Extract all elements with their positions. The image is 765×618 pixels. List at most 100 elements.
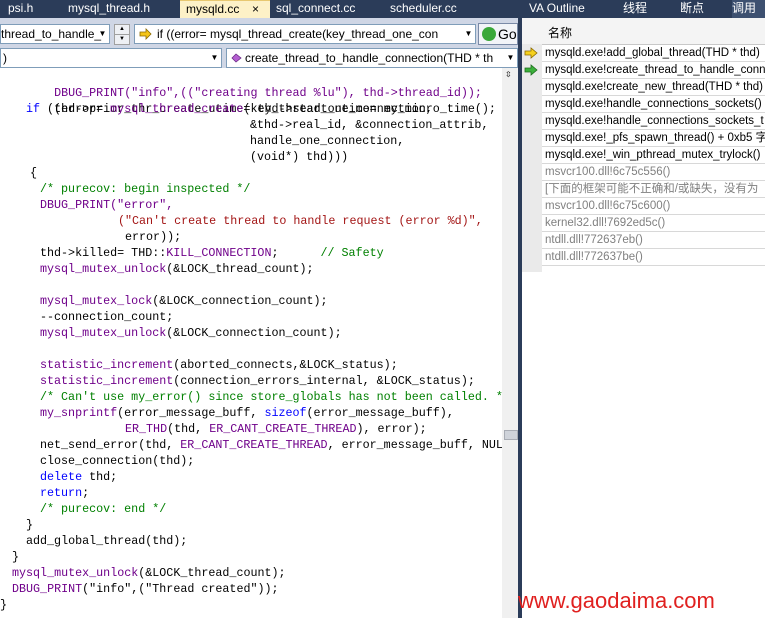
code-token: } xyxy=(0,598,8,612)
code-token: thd->killed= THD:: xyxy=(40,246,167,260)
code-token: (connection_errors_internal, &LOCK_statu… xyxy=(173,374,475,388)
code-token: ; xyxy=(82,486,90,500)
code-line: ("Can't create thread to handle request … xyxy=(118,213,483,229)
code-line: statistic_increment(connection_errors_in… xyxy=(40,373,475,389)
code-token: mysql_thread_create xyxy=(110,102,244,116)
call-stack-frame[interactable]: msvcr100.dll!6c75c600() xyxy=(542,198,765,215)
call-stack-frame[interactable]: mysqld.exe!add_global_thread(THD * thd) xyxy=(542,45,765,62)
code-token: add_global_thread(thd); xyxy=(26,534,188,548)
code-line: if ((error= mysql_thread_create(key_thre… xyxy=(26,101,433,117)
code-comment: // Safety xyxy=(320,246,384,260)
code-token: (thd, xyxy=(167,422,210,436)
scope-combo[interactable]: thread_to_handle_ ▼ xyxy=(0,24,110,44)
code-token: , error_message_buff, NUL xyxy=(327,438,502,452)
code-line: { xyxy=(30,165,37,181)
statement-combo-value: if ((error= mysql_thread_create(key_thre… xyxy=(157,27,439,41)
chevron-down-icon: ▼ xyxy=(464,29,473,38)
code-token: --connection_count; xyxy=(40,310,174,324)
call-stack-frame[interactable]: mysqld.exe!create_new_thread(THD * thd) xyxy=(542,79,765,96)
call-stack-frame[interactable]: ntdll.dll!772637eb() xyxy=(542,232,765,249)
code-token: { xyxy=(30,166,38,180)
class-combo[interactable]: ) ▼ xyxy=(0,48,222,68)
code-line: DBUG_PRINT("info",(("creating thread %lu… xyxy=(26,69,482,100)
code-token: (error_message_buff, xyxy=(117,406,265,420)
code-token: &thd->real_id, &connection_attrib, xyxy=(250,118,489,132)
tab-call-stack[interactable]: 调用 xyxy=(732,0,765,18)
code-token: DBUG_PRINT("error", xyxy=(40,198,174,212)
call-stack-frame[interactable]: ntdll.dll!772637be() xyxy=(542,249,765,266)
code-line: delete thd; xyxy=(40,469,117,485)
call-stack-frame[interactable]: mysqld.exe!create_thread_to_handle_conn xyxy=(542,62,765,79)
code-editor[interactable]: DBUG_PRINT("info",(("creating thread %lu… xyxy=(0,68,502,618)
tab-psi-h[interactable]: psi.h xyxy=(8,0,48,18)
code-token: ER_THD xyxy=(125,422,168,436)
call-stack-frame[interactable]: mysqld.exe!_pfs_spawn_thread() + 0xb5 字 xyxy=(542,130,765,147)
code-token: mysql_mutex_lock xyxy=(40,294,153,308)
code-token: statistic_increment xyxy=(40,358,174,372)
code-line: /* Can't use my_error() since store_glob… xyxy=(40,389,502,405)
call-stack-header: 名称 xyxy=(522,18,765,45)
column-header-name[interactable]: 名称 xyxy=(548,24,572,41)
code-line: /* purecov: end */ xyxy=(40,501,166,517)
code-line: DBUG_PRINT("error", xyxy=(40,197,173,213)
code-line: &thd->real_id, &connection_attrib, xyxy=(250,117,488,133)
tab-mysql-thread-h[interactable]: mysql_thread.h xyxy=(68,0,164,18)
method-icon xyxy=(231,53,242,63)
editor-navigation-row: ) ▼ create_thread_to_handle_connection(T… xyxy=(0,48,518,68)
scrollbar-thumb[interactable] xyxy=(504,430,518,440)
code-line: mysql_mutex_unlock(&LOCK_thread_count); xyxy=(40,261,314,277)
code-line: } xyxy=(0,597,7,613)
code-token: (key_thread_one_connection, xyxy=(243,102,433,116)
call-stack-gutter xyxy=(522,44,542,272)
call-stack-frame[interactable]: kernel32.dll!7692ed5c() xyxy=(542,215,765,232)
arrow-right-icon xyxy=(139,28,152,40)
call-stack-frame[interactable]: mysqld.exe!handle_connections_sockets_t xyxy=(542,113,765,130)
code-token: ((error= xyxy=(40,102,111,116)
tab-mysqld-cc[interactable]: mysqld.cc × xyxy=(180,0,270,18)
code-line: close_connection(thd); xyxy=(40,453,194,469)
go-button[interactable]: Go xyxy=(478,23,518,45)
code-string: ("Can't create thread to handle request … xyxy=(118,214,483,228)
call-stack-frame[interactable]: [下面的框架可能不正确和/或缺失，没有为 xyxy=(542,181,765,198)
code-comment: /* purecov: end */ xyxy=(40,502,167,516)
tab-scheduler-cc[interactable]: scheduler.cc xyxy=(390,0,480,18)
code-token: } xyxy=(26,518,34,532)
statement-combo[interactable]: if ((error= mysql_thread_create(key_thre… xyxy=(134,24,476,44)
code-token: my_snprintf xyxy=(40,406,118,420)
code-token: mysql_mutex_unlock xyxy=(12,566,139,580)
green-arrow-icon xyxy=(524,64,538,76)
call-stack-frame[interactable]: msvcr100.dll!6c75c556() xyxy=(542,164,765,181)
call-stack-frame[interactable]: mysqld.exe!handle_connections_sockets() xyxy=(542,96,765,113)
code-line: statistic_increment(aborted_connects,&LO… xyxy=(40,357,398,373)
tab-va-outline[interactable]: VA Outline xyxy=(529,0,599,18)
code-token: sizeof xyxy=(264,406,307,420)
spin-down-button[interactable]: ▼ xyxy=(114,34,130,45)
code-line: return; xyxy=(40,485,89,501)
tab-breakpoints[interactable]: 断点 xyxy=(680,0,710,18)
code-token: DBUG_PRINT xyxy=(12,582,83,596)
scope-combo-value: thread_to_handle_ xyxy=(1,27,102,41)
code-token: if xyxy=(26,102,41,116)
code-line: ER_THD(thd, ER_CANT_CREATE_THREAD), erro… xyxy=(125,421,427,437)
code-token: (&LOCK_connection_count); xyxy=(166,326,342,340)
code-line: --connection_count; xyxy=(40,309,173,325)
call-stack-frame[interactable]: mysqld.exe!_win_pthread_mutex_trylock() xyxy=(542,147,765,164)
split-icon[interactable]: ⇳ xyxy=(505,70,512,79)
chevron-down-icon: ▼ xyxy=(506,53,515,62)
code-line: /* purecov: begin inspected */ xyxy=(40,181,250,197)
tab-threads[interactable]: 线程 xyxy=(623,0,653,18)
code-token: mysql_mutex_unlock xyxy=(40,326,167,340)
code-token: ), error); xyxy=(356,422,427,436)
editor-vertical-scrollbar[interactable]: ⇳ xyxy=(502,68,518,618)
function-combo[interactable]: create_thread_to_handle_connection(THD *… xyxy=(226,48,518,68)
code-token: ER_CANT_CREATE_THREAD xyxy=(180,438,328,452)
close-tab-icon[interactable]: × xyxy=(252,1,259,18)
code-line: my_snprintf(error_message_buff, sizeof(e… xyxy=(40,405,454,421)
code-line: mysql_mutex_lock(&LOCK_connection_count)… xyxy=(40,293,328,309)
chevron-down-icon: ▼ xyxy=(98,29,107,38)
tab-sql-connect-cc[interactable]: sql_connect.cc xyxy=(276,0,366,18)
go-icon xyxy=(482,27,496,41)
code-token: handle_one_connection, xyxy=(250,134,405,148)
yellow-arrow-icon xyxy=(524,47,538,59)
code-token: } xyxy=(12,550,20,564)
